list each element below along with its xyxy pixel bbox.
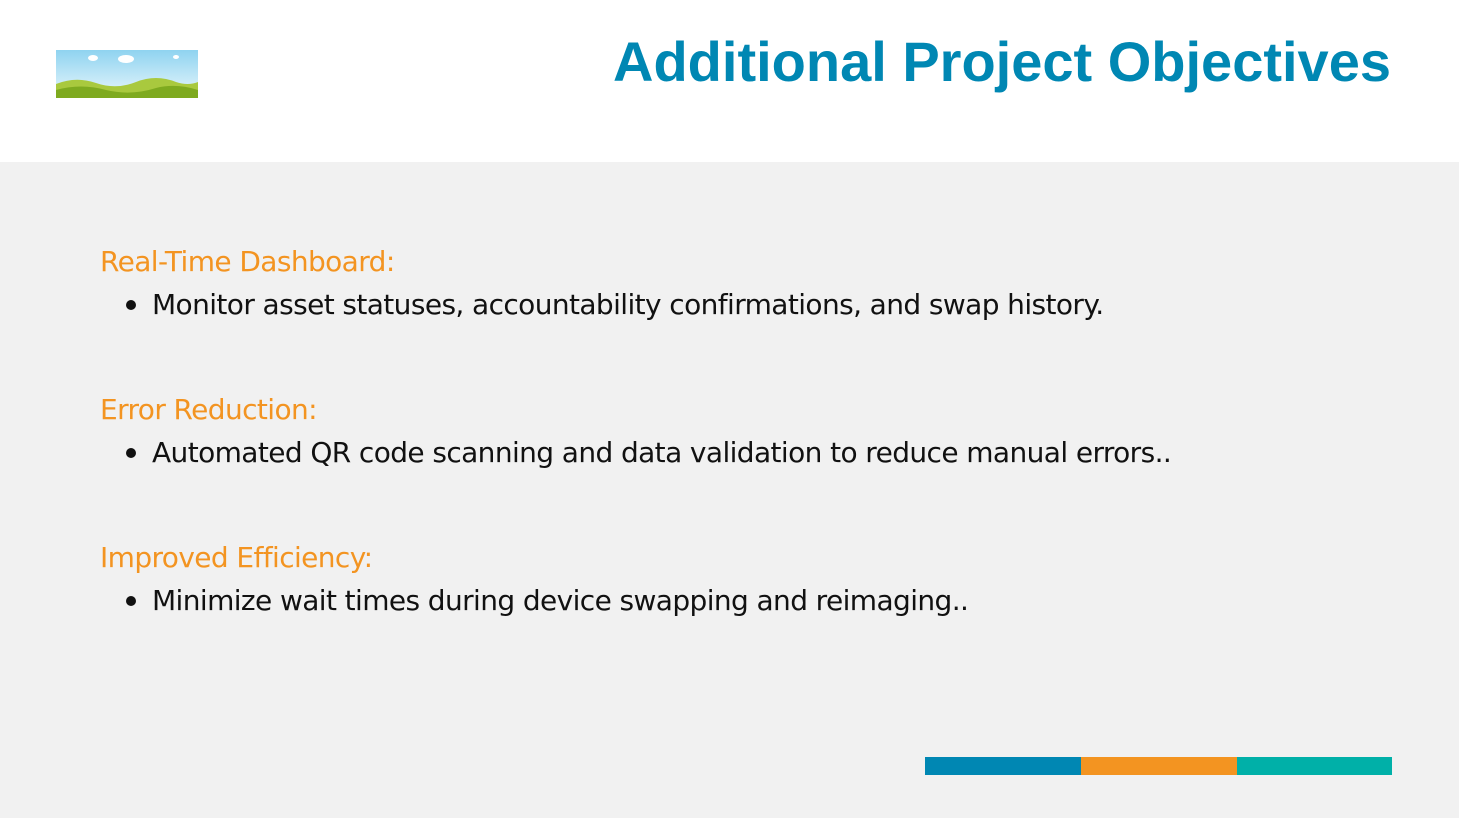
bullet-item: Monitor asset statuses, accountability c…: [100, 285, 1400, 325]
bullet-text: Automated QR code scanning and data vali…: [152, 436, 1172, 469]
bullet-text: Minimize wait times during device swappi…: [152, 584, 969, 617]
objective-section: Real-Time Dashboard: Monitor asset statu…: [100, 242, 1400, 325]
accent-bar: [925, 757, 1392, 775]
bullet-item: Automated QR code scanning and data vali…: [100, 433, 1400, 473]
slide-header: Additional Project Objectives: [0, 0, 1459, 162]
bullet-icon: [126, 596, 136, 606]
bullet-text: Monitor asset statuses, accountability c…: [152, 288, 1104, 321]
objective-section: Improved Efficiency: Minimize wait times…: [100, 538, 1400, 621]
slide-content: Real-Time Dashboard: Monitor asset statu…: [0, 162, 1459, 818]
section-heading: Improved Efficiency:: [100, 541, 373, 574]
accent-segment-orange: [1081, 757, 1237, 775]
bullet-icon: [126, 300, 136, 310]
bullet-item: Minimize wait times during device swappi…: [100, 581, 1400, 621]
section-heading: Real-Time Dashboard:: [100, 245, 395, 278]
bullet-icon: [126, 448, 136, 458]
section-heading: Error Reduction:: [100, 393, 318, 426]
landscape-logo-icon: [56, 50, 198, 98]
accent-segment-teal: [1237, 757, 1392, 775]
objective-section: Error Reduction: Automated QR code scann…: [100, 390, 1400, 473]
accent-segment-blue: [925, 757, 1081, 775]
slide-title: Additional Project Objectives: [613, 30, 1391, 93]
